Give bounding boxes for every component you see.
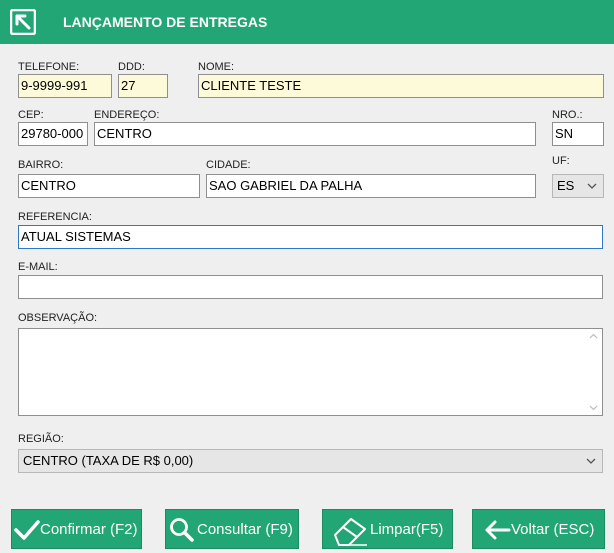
- email-input[interactable]: [18, 275, 603, 299]
- nome-input[interactable]: CLIENTE TESTE: [198, 74, 604, 98]
- email-label: E-MAIL:: [18, 261, 58, 273]
- ddd-label: DDD:: [118, 61, 145, 73]
- regiao-select[interactable]: CENTRO (TAXA DE R$ 0,00): [18, 449, 603, 473]
- observacao-label: OBSERVAÇÃO:: [18, 312, 98, 324]
- eraser-icon: [334, 518, 367, 546]
- consultar-label: Consultar (F9): [197, 521, 293, 538]
- endereco-label: ENDEREÇO:: [94, 109, 160, 121]
- regiao-label: REGIÃO:: [18, 433, 64, 445]
- consultar-button[interactable]: Consultar (F9): [165, 509, 299, 549]
- uf-select[interactable]: ES: [552, 174, 604, 198]
- title-bar: LANÇAMENTO DE ENTREGAS: [0, 0, 614, 44]
- cep-label: CEP:: [18, 109, 44, 121]
- telefone-input[interactable]: 9-9999-991: [18, 74, 112, 98]
- endereco-input[interactable]: CENTRO: [94, 122, 536, 146]
- bairro-input[interactable]: CENTRO: [18, 174, 200, 198]
- observacao-textarea[interactable]: [18, 328, 603, 416]
- nome-label: NOME:: [198, 61, 235, 73]
- confirmar-button[interactable]: Confirmar (F2): [11, 509, 142, 549]
- chevron-down-icon: [586, 458, 596, 464]
- referencia-input[interactable]: ATUAL SISTEMAS: [18, 225, 603, 249]
- uf-value: ES: [557, 178, 575, 193]
- nro-label: NRO.:: [552, 109, 583, 121]
- check-icon: [14, 520, 40, 540]
- referencia-label: REFERENCIA:: [18, 211, 92, 223]
- nro-input[interactable]: SN: [552, 122, 604, 146]
- voltar-label: Voltar (ESC): [511, 521, 595, 538]
- cep-input[interactable]: 29780-000: [18, 122, 88, 146]
- cidade-label: CIDADE:: [206, 159, 251, 171]
- cidade-input[interactable]: SAO GABRIEL DA PALHA: [206, 174, 536, 198]
- window-title: LANÇAMENTO DE ENTREGAS: [63, 14, 268, 30]
- telefone-label: TELEFONE:: [18, 61, 80, 73]
- bairro-label: BAIRRO:: [18, 159, 64, 171]
- limpar-button[interactable]: Limpar(F5): [322, 509, 453, 549]
- search-icon: [170, 518, 194, 542]
- arrow-up-left-icon: [10, 9, 36, 35]
- uf-label: UF:: [552, 155, 570, 167]
- arrow-left-icon: [485, 520, 511, 540]
- scrollbar[interactable]: [586, 330, 601, 414]
- voltar-button[interactable]: Voltar (ESC): [472, 509, 605, 549]
- chevron-down-icon: [587, 183, 597, 189]
- ddd-input[interactable]: 27: [118, 74, 168, 98]
- regiao-value: CENTRO (TAXA DE R$ 0,00): [23, 453, 194, 468]
- limpar-label: Limpar(F5): [370, 521, 444, 538]
- confirmar-label: Confirmar (F2): [40, 521, 138, 538]
